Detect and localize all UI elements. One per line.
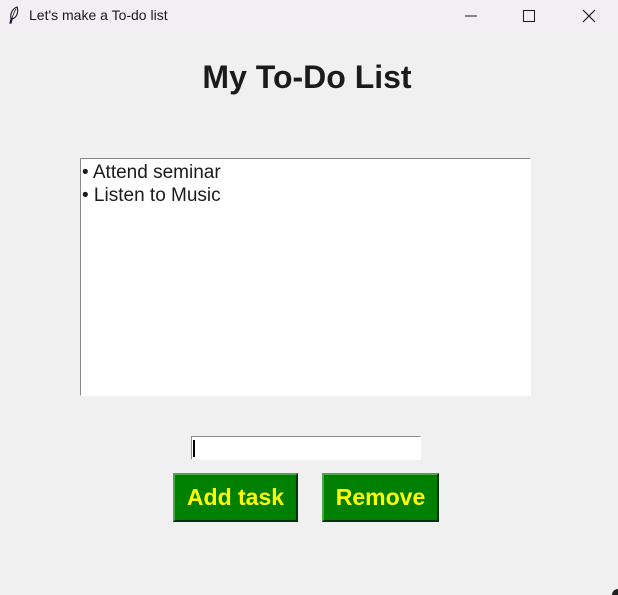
- maximize-icon: [523, 9, 535, 22]
- close-icon: [582, 9, 596, 22]
- close-button[interactable]: [560, 0, 618, 31]
- window-title: Let's make a To-do list: [29, 7, 168, 23]
- text-cursor: [193, 440, 195, 457]
- add-task-button[interactable]: Add task: [173, 473, 298, 522]
- minimize-icon: [465, 15, 477, 16]
- remove-button[interactable]: Remove: [322, 473, 439, 522]
- page-title: My To-Do List: [202, 59, 412, 95]
- task-listbox[interactable]: • Attend seminar • Listen to Music: [80, 158, 531, 396]
- list-item[interactable]: • Attend seminar: [81, 161, 530, 184]
- minimize-button[interactable]: [442, 0, 500, 31]
- task-input[interactable]: [191, 436, 421, 460]
- window-corner: [612, 589, 618, 595]
- list-item[interactable]: • Listen to Music: [81, 184, 530, 207]
- feather-icon: [9, 6, 19, 24]
- maximize-button[interactable]: [500, 0, 558, 31]
- title-bar: Let's make a To-do list: [0, 0, 618, 31]
